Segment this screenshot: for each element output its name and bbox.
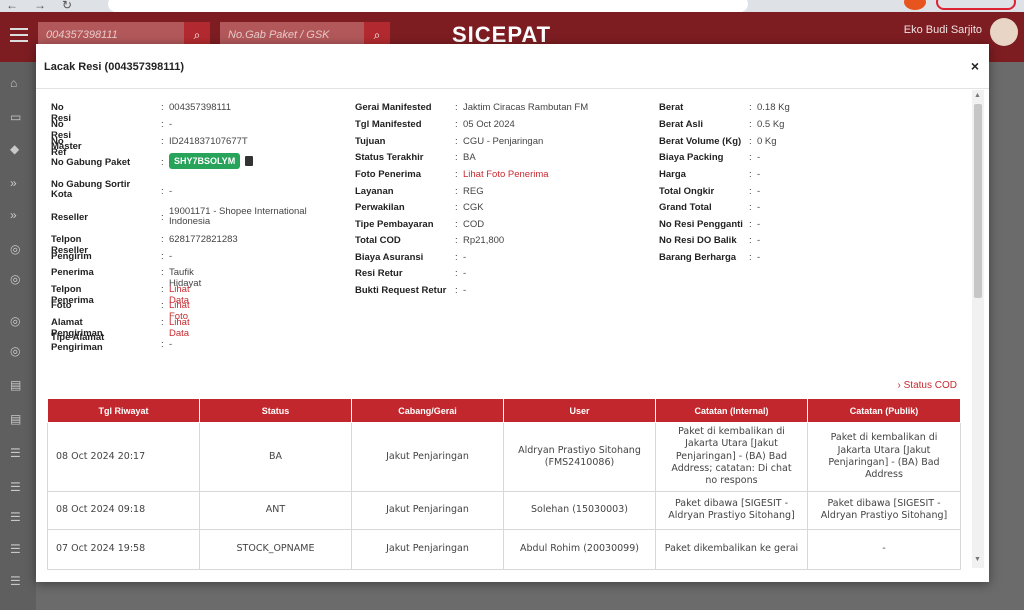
lihat-foto-penerima-link[interactable]: Lihat Foto Penerima [463, 169, 549, 180]
cell-publik: Paket di kembalikan di Jakarta Utara [Ja… [807, 422, 961, 492]
scrollbar[interactable]: ▲ ▼ [972, 90, 984, 568]
cell-status: ANT [199, 490, 352, 530]
cell-date: 08 Oct 2024 09:18 [47, 490, 200, 530]
copy-icon[interactable] [245, 156, 254, 167]
hamburger-menu-icon[interactable] [10, 28, 28, 42]
cell-internal: Paket dibawa [SIGESIT - Aldryan Prastiyo… [655, 490, 808, 530]
truck-icon[interactable]: ▭ [10, 110, 26, 124]
browser-action-button[interactable] [936, 0, 1016, 10]
divider [36, 88, 989, 89]
cell-cabang: Jakut Penjaringan [351, 422, 504, 492]
cell-status: BA [199, 422, 352, 492]
package-icon[interactable]: ◎ [10, 314, 26, 328]
list-icon[interactable]: ☰ [10, 574, 26, 588]
chevron-icon[interactable]: » [10, 176, 26, 190]
layers-icon[interactable]: ▤ [10, 412, 26, 426]
back-icon[interactable]: ← [6, 0, 18, 12]
home-icon[interactable]: ⌂ [10, 76, 26, 90]
col-header-catatan-internal[interactable]: Catatan (Internal) [655, 398, 808, 423]
profile-icon[interactable] [904, 0, 926, 10]
scroll-thumb[interactable] [974, 104, 982, 298]
scroll-down-icon[interactable]: ▼ [974, 556, 981, 563]
list-icon[interactable]: ☰ [10, 542, 26, 556]
cell-user: Solehan (15030003) [503, 490, 656, 530]
col-header-catatan-publik[interactable]: Catatan (Publik) [807, 398, 961, 423]
cell-publik: Paket dibawa [SIGESIT - Aldryan Prastiyo… [807, 490, 961, 530]
history-table: Tgl Riwayat Status Cabang/Gerai User Cat… [47, 398, 961, 570]
reload-icon[interactable]: ↻ [62, 0, 72, 12]
location-icon[interactable]: ◆ [10, 142, 26, 156]
lihat-alamat-link[interactable]: Lihat Data [169, 317, 190, 339]
box-icon[interactable]: ◎ [10, 272, 26, 286]
col-header-status[interactable]: Status [199, 398, 352, 423]
list-icon[interactable]: ☰ [10, 510, 26, 524]
forward-icon[interactable]: → [34, 0, 46, 12]
status-cod-link[interactable]: › Status COD [898, 380, 957, 391]
cell-publik: - [807, 528, 961, 570]
table-row: 07 Oct 2024 19:58 STOCK_OPNAME Jakut Pen… [47, 528, 961, 570]
address-bar[interactable] [108, 0, 748, 12]
sidebar: ⌂ ▭ ◆ » » ◎ ◎ ◎ ◎ ▤ ▤ ☰ ☰ ☰ ☰ ☰ [0, 62, 36, 610]
table-header-row: Tgl Riwayat Status Cabang/Gerai User Cat… [47, 398, 961, 423]
cell-user: Aldryan Prastiyo Sitohang (FMS2410086) [503, 422, 656, 492]
cell-date: 07 Oct 2024 19:58 [47, 528, 200, 570]
chevron-icon[interactable]: » [10, 208, 26, 222]
cell-cabang: Jakut Penjaringan [351, 528, 504, 570]
cell-internal: Paket di kembalikan di Jakarta Utara [Ja… [655, 422, 808, 492]
col-header-tgl-riwayat[interactable]: Tgl Riwayat [47, 398, 200, 423]
close-icon[interactable]: × [971, 58, 979, 74]
cell-status: STOCK_OPNAME [199, 528, 352, 570]
list-icon[interactable]: ☰ [10, 446, 26, 460]
layers-icon[interactable]: ▤ [10, 378, 26, 392]
cell-cabang: Jakut Penjaringan [351, 490, 504, 530]
cell-user: Abdul Rohim (20030099) [503, 528, 656, 570]
modal-title: Lacak Resi (004357398111) [44, 61, 185, 73]
user-name: Eko Budi Sarjito [903, 24, 982, 36]
cell-date: 08 Oct 2024 20:17 [47, 422, 200, 492]
browser-chrome: ← → ↻ [0, 0, 1024, 12]
col-header-user[interactable]: User [503, 398, 656, 423]
table-row: 08 Oct 2024 09:18 ANT Jakut Penjaringan … [47, 490, 961, 530]
table-row: 08 Oct 2024 20:17 BA Jakut Penjaringan A… [47, 422, 961, 492]
gabung-paket-badge[interactable]: SHY7BSOLYM [169, 153, 241, 169]
avatar[interactable] [990, 18, 1018, 46]
scroll-up-icon[interactable]: ▲ [974, 92, 981, 99]
box-icon[interactable]: ◎ [10, 242, 26, 256]
cell-internal: Paket dikembalikan ke gerai [655, 528, 808, 570]
package-icon[interactable]: ◎ [10, 344, 26, 358]
lacak-resi-modal: Lacak Resi (004357398111) × No Resi:0043… [36, 44, 989, 582]
list-icon[interactable]: ☰ [10, 480, 26, 494]
col-header-cabang[interactable]: Cabang/Gerai [351, 398, 504, 423]
